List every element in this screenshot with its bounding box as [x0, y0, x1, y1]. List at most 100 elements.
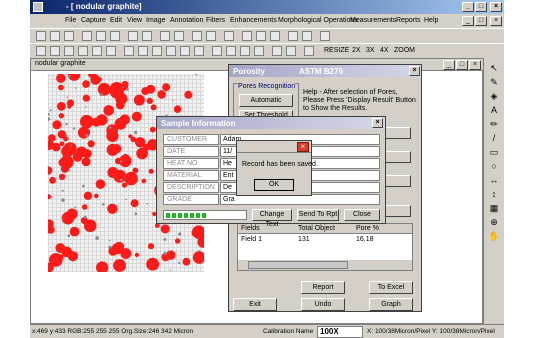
ok-button[interactable]: OK: [254, 179, 294, 191]
menu-file[interactable]: File: [65, 17, 76, 24]
overlay-icon[interactable]: [240, 46, 250, 56]
graph-icon[interactable]: [180, 46, 190, 56]
menu-help[interactable]: Help: [424, 17, 438, 24]
image-restore-button[interactable]: □: [456, 60, 468, 70]
grid-icon[interactable]: [288, 31, 298, 41]
vertical-arrow-icon[interactable]: ↕: [487, 188, 501, 200]
save-icon[interactable]: [64, 31, 74, 41]
remove-icon[interactable]: [286, 46, 296, 56]
copy-icon[interactable]: [96, 31, 106, 41]
brush-icon[interactable]: ✏: [487, 118, 501, 130]
zoom-tool-icon[interactable]: ⊕: [487, 216, 501, 228]
mdi-close-button[interactable]: ×: [490, 16, 502, 26]
close-button[interactable]: ×: [490, 2, 502, 12]
cut-icon[interactable]: [82, 31, 92, 41]
graphite-nodule: [58, 173, 66, 181]
menu-annotation[interactable]: Annotation: [170, 17, 203, 24]
table-scrollbar[interactable]: [238, 260, 412, 270]
image-tab[interactable]: nodular graphite: [35, 60, 86, 67]
report-icon[interactable]: [152, 46, 162, 56]
hand-icon[interactable]: ✋: [487, 230, 501, 242]
sample-icon[interactable]: [304, 46, 314, 56]
resize-button[interactable]: RESIZE: [324, 47, 349, 54]
color-icon[interactable]: [212, 46, 222, 56]
image-icon[interactable]: [320, 31, 330, 41]
menu-image[interactable]: Image: [146, 17, 165, 24]
text-icon[interactable]: [206, 31, 216, 41]
count-icon[interactable]: [64, 46, 74, 56]
graphite-nodule: [49, 176, 56, 184]
ellipse-icon[interactable]: ○: [487, 160, 501, 172]
micro-pore: [172, 99, 174, 102]
mdi-minimize-button[interactable]: _: [462, 16, 474, 26]
open-icon[interactable]: [50, 31, 60, 41]
mdi-restore-button[interactable]: □: [475, 16, 487, 26]
camera-icon[interactable]: [242, 31, 252, 41]
image-close-button[interactable]: ×: [469, 60, 481, 70]
line-icon[interactable]: [50, 46, 60, 56]
graphite-nodule: [184, 90, 193, 99]
rotate-icon[interactable]: [160, 31, 170, 41]
close-button-sample[interactable]: Close: [344, 209, 380, 221]
delete-icon[interactable]: [254, 46, 264, 56]
table-row[interactable]: Field 1 131 16.18: [238, 235, 412, 245]
zoom-2x-button[interactable]: 2X: [352, 47, 361, 54]
menu-view[interactable]: View: [127, 17, 142, 24]
text-tool-icon[interactable]: A: [487, 104, 501, 116]
zoom-button[interactable]: ZOOM: [394, 47, 415, 54]
undo-button[interactable]: Undo: [301, 298, 345, 311]
menu-enhancements[interactable]: Enhancements: [230, 17, 277, 24]
message-close-icon[interactable]: ×: [297, 142, 309, 152]
eraser-icon[interactable]: ◈: [487, 90, 501, 102]
minimize-button[interactable]: _: [462, 2, 474, 12]
folder-icon[interactable]: [272, 46, 282, 56]
area-icon[interactable]: [106, 46, 116, 56]
send-to-rpt-button[interactable]: Send To Rpt: [297, 209, 339, 221]
angle-icon[interactable]: [92, 46, 102, 56]
sample-info-close-x[interactable]: ×: [372, 118, 383, 128]
to-excel-button[interactable]: To Excel: [369, 281, 413, 294]
capture-icon[interactable]: [256, 31, 266, 41]
pointer-icon[interactable]: ↖: [487, 62, 501, 74]
chart-icon[interactable]: [138, 46, 148, 56]
ruler-icon[interactable]: ▦: [487, 202, 501, 214]
graph-button[interactable]: Graph: [369, 298, 413, 311]
menu-edit[interactable]: Edit: [110, 17, 122, 24]
histogram-icon[interactable]: [36, 46, 46, 56]
zoom-4x-button[interactable]: 4X: [380, 47, 389, 54]
report-button[interactable]: Report: [301, 281, 345, 294]
menu-measurements[interactable]: Measurements: [350, 17, 396, 24]
rectangle-icon[interactable]: ▭: [487, 146, 501, 158]
video-icon[interactable]: [270, 31, 280, 41]
stats-icon[interactable]: [166, 46, 176, 56]
progress-fill: [166, 213, 206, 218]
porosity-close-button[interactable]: ×: [409, 66, 420, 76]
maximize-button[interactable]: □: [475, 2, 487, 12]
fill-icon[interactable]: [192, 31, 202, 41]
menu-filters[interactable]: Filters: [206, 17, 225, 24]
flip-icon[interactable]: [174, 31, 184, 41]
arrow-icon[interactable]: ↔: [487, 174, 501, 186]
redo-icon[interactable]: [142, 31, 152, 41]
change-text-button[interactable]: Change Text: [252, 209, 292, 228]
image-minimize-button[interactable]: _: [443, 60, 455, 70]
menu-capture[interactable]: Capture: [81, 17, 106, 24]
filter-icon[interactable]: [194, 46, 204, 56]
table-icon[interactable]: [124, 46, 134, 56]
exit-button[interactable]: Exit: [233, 298, 277, 311]
measure-icon[interactable]: [78, 46, 88, 56]
undo-icon[interactable]: [128, 31, 138, 41]
new-icon[interactable]: [36, 31, 46, 41]
paste-icon[interactable]: [110, 31, 120, 41]
magnification-select[interactable]: 100X: [317, 326, 363, 338]
print-icon[interactable]: [302, 31, 312, 41]
scrollbar-thumb[interactable]: [248, 261, 348, 269]
automatic-button[interactable]: Automatic: [239, 94, 293, 107]
pen-icon[interactable]: ✎: [487, 76, 501, 88]
menu-reports[interactable]: Reports: [396, 17, 421, 24]
threshold-icon[interactable]: [226, 46, 236, 56]
line-tool-icon[interactable]: /: [487, 132, 501, 144]
zoom-3x-button[interactable]: 3X: [366, 47, 375, 54]
help-icon[interactable]: [224, 31, 234, 41]
menu-morphological-operations[interactable]: Morphological Operations: [278, 17, 358, 24]
